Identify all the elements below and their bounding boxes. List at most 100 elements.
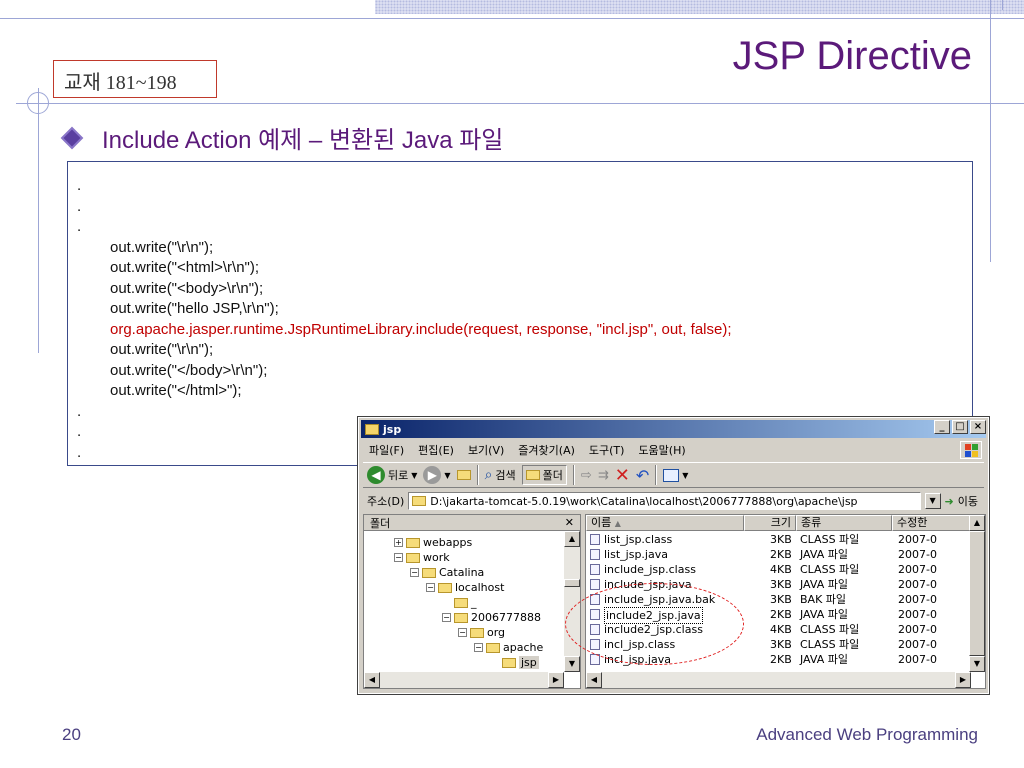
tree-item[interactable]: − apache bbox=[474, 640, 543, 655]
code-line: out.write("\r\n"); bbox=[110, 238, 214, 256]
collapse-icon[interactable]: − bbox=[410, 568, 419, 577]
address-bar: 주소(D) D:\jakarta-tomcat-5.0.19\work\Cata… bbox=[363, 490, 984, 512]
window-titlebar[interactable]: jsp bbox=[361, 420, 986, 438]
folders-button[interactable]: 폴더 bbox=[521, 465, 567, 485]
move-to-icon: ⇨ bbox=[580, 467, 592, 483]
folder-icon bbox=[454, 597, 468, 608]
tree-item[interactable]: − 2006777888 bbox=[442, 610, 541, 625]
scroll-down-button[interactable]: ▼ bbox=[564, 656, 580, 672]
folder-icon bbox=[365, 423, 379, 435]
tree-item-label: 2006777888 bbox=[471, 611, 541, 624]
file-size: 2KB bbox=[770, 608, 792, 621]
collapse-icon[interactable]: − bbox=[426, 583, 435, 592]
maximize-button[interactable]: □ bbox=[952, 420, 968, 434]
column-header-name[interactable]: 이름 ▲ bbox=[586, 515, 744, 531]
code-line: out.write("<html>\r\n"); bbox=[110, 259, 260, 276]
collapse-icon[interactable]: − bbox=[442, 613, 451, 622]
class-file-icon bbox=[590, 534, 600, 545]
tree-item-label: work bbox=[423, 551, 450, 564]
folder-icon bbox=[406, 537, 420, 548]
address-dropdown-button[interactable]: ▼ bbox=[924, 493, 941, 509]
scroll-right-button[interactable]: ▶ bbox=[955, 672, 971, 688]
folders-icon bbox=[525, 470, 540, 480]
tree-item[interactable]: − Catalina bbox=[410, 565, 484, 580]
file-row[interactable]: list_jsp.class 3KB CLASS 파일 2007-0 bbox=[586, 532, 976, 547]
deco-hline-top bbox=[0, 18, 1024, 19]
menu-item[interactable]: 편집(E) bbox=[418, 442, 454, 458]
scroll-right-button[interactable]: ▶ bbox=[548, 672, 564, 688]
file-type: BAK 파일 bbox=[800, 593, 847, 606]
collapse-icon[interactable]: − bbox=[394, 553, 403, 562]
go-button[interactable]: 이동 bbox=[958, 493, 978, 509]
tree-item[interactable]: − work bbox=[394, 550, 450, 565]
tree-item[interactable]: jsp bbox=[490, 655, 539, 670]
file-row[interactable]: list_jsp.java 2KB JAVA 파일 2007-0 bbox=[586, 547, 976, 562]
tree-item[interactable]: − localhost bbox=[426, 580, 504, 595]
close-pane-icon[interactable]: ✕ bbox=[565, 516, 574, 529]
move-to-button[interactable]: ⇨ bbox=[581, 468, 592, 483]
tree-item[interactable]: _ bbox=[442, 595, 477, 610]
views-button[interactable]: ▼ bbox=[663, 468, 688, 482]
code-line: . bbox=[77, 177, 82, 194]
menu-item[interactable]: 즐겨찾기(A) bbox=[518, 442, 575, 458]
tree-horizontal-scrollbar[interactable]: ◀ ▶ bbox=[364, 672, 564, 688]
chevron-down-icon: ▼ bbox=[444, 470, 451, 480]
menu-item[interactable]: 도구(T) bbox=[589, 442, 625, 458]
scroll-left-button[interactable]: ◀ bbox=[586, 672, 602, 688]
forward-button[interactable]: ▶ ▼ bbox=[423, 466, 451, 484]
collapse-icon[interactable]: − bbox=[458, 628, 467, 637]
deco-circle bbox=[27, 92, 49, 114]
undo-icon: ↶ bbox=[635, 465, 650, 485]
tree-item-label: localhost bbox=[455, 581, 505, 594]
scroll-up-button[interactable]: ▲ bbox=[564, 531, 580, 547]
file-type: CLASS 파일 bbox=[800, 638, 860, 651]
folder-icon bbox=[438, 582, 452, 593]
menu-item[interactable]: 도움말(H) bbox=[638, 442, 685, 458]
address-input[interactable]: D:\jakarta-tomcat-5.0.19\work\Catalina\l… bbox=[408, 492, 921, 510]
tree-item-label: apache bbox=[503, 641, 544, 654]
delete-x-icon: ✕ bbox=[614, 464, 630, 486]
scroll-left-button[interactable]: ◀ bbox=[364, 672, 380, 688]
back-arrow-icon: ◀ bbox=[367, 466, 385, 484]
delete-button[interactable]: ✕ bbox=[615, 465, 630, 486]
file-row[interactable]: include_jsp.class 4KB CLASS 파일 2007-0 bbox=[586, 562, 976, 577]
undo-button[interactable]: ↶ bbox=[636, 466, 649, 485]
minimize-button[interactable]: _ bbox=[934, 420, 950, 434]
file-size: 3KB bbox=[770, 533, 792, 546]
tree-item[interactable]: + webapps bbox=[394, 535, 472, 550]
file-type: JAVA 파일 bbox=[800, 653, 848, 666]
file-vertical-scrollbar[interactable]: ▲ ▼ bbox=[969, 515, 985, 672]
collapse-icon[interactable]: − bbox=[474, 643, 483, 652]
up-folder-icon bbox=[456, 470, 471, 480]
code-line: out.write("</body>\r\n"); bbox=[110, 361, 268, 379]
tree-item[interactable]: − org bbox=[458, 625, 505, 640]
diamond-bullet-icon bbox=[60, 126, 84, 149]
scroll-down-button[interactable]: ▼ bbox=[969, 656, 985, 672]
search-button[interactable]: ⌕ 검색 bbox=[485, 467, 516, 483]
menu-item[interactable]: 보기(V) bbox=[468, 442, 504, 458]
tree-item-label: _ bbox=[471, 596, 477, 609]
tree-item-label: jsp bbox=[519, 656, 539, 669]
file-modified: 2007-0 bbox=[898, 593, 937, 606]
code-line: out.write("</html>"); bbox=[110, 382, 242, 399]
column-header-modified[interactable]: 수정한 bbox=[892, 515, 972, 531]
copy-to-button[interactable]: ⇉ bbox=[598, 468, 609, 483]
folder-icon bbox=[422, 567, 436, 578]
menu-item[interactable]: 파일(F) bbox=[369, 442, 404, 458]
scroll-up-button[interactable]: ▲ bbox=[969, 515, 985, 531]
column-header-type[interactable]: 종류 bbox=[796, 515, 892, 531]
text-file-icon bbox=[590, 549, 600, 560]
deco-vline-left bbox=[38, 88, 39, 353]
file-horizontal-scrollbar[interactable]: ◀ ▶ bbox=[586, 672, 971, 688]
text-file-icon bbox=[590, 579, 600, 590]
footer-course-title: Advanced Web Programming bbox=[756, 725, 978, 744]
scroll-thumb[interactable] bbox=[969, 531, 985, 656]
scroll-thumb[interactable] bbox=[564, 579, 580, 587]
expand-icon[interactable]: + bbox=[394, 538, 403, 547]
folder-icon bbox=[502, 657, 516, 668]
up-folder-button[interactable] bbox=[456, 470, 471, 480]
back-button[interactable]: ◀ 뒤로 ▼ bbox=[367, 466, 417, 484]
close-button[interactable]: × bbox=[970, 420, 986, 434]
address-label: 주소(D) bbox=[367, 495, 405, 508]
column-header-size[interactable]: 크기 bbox=[744, 515, 796, 531]
